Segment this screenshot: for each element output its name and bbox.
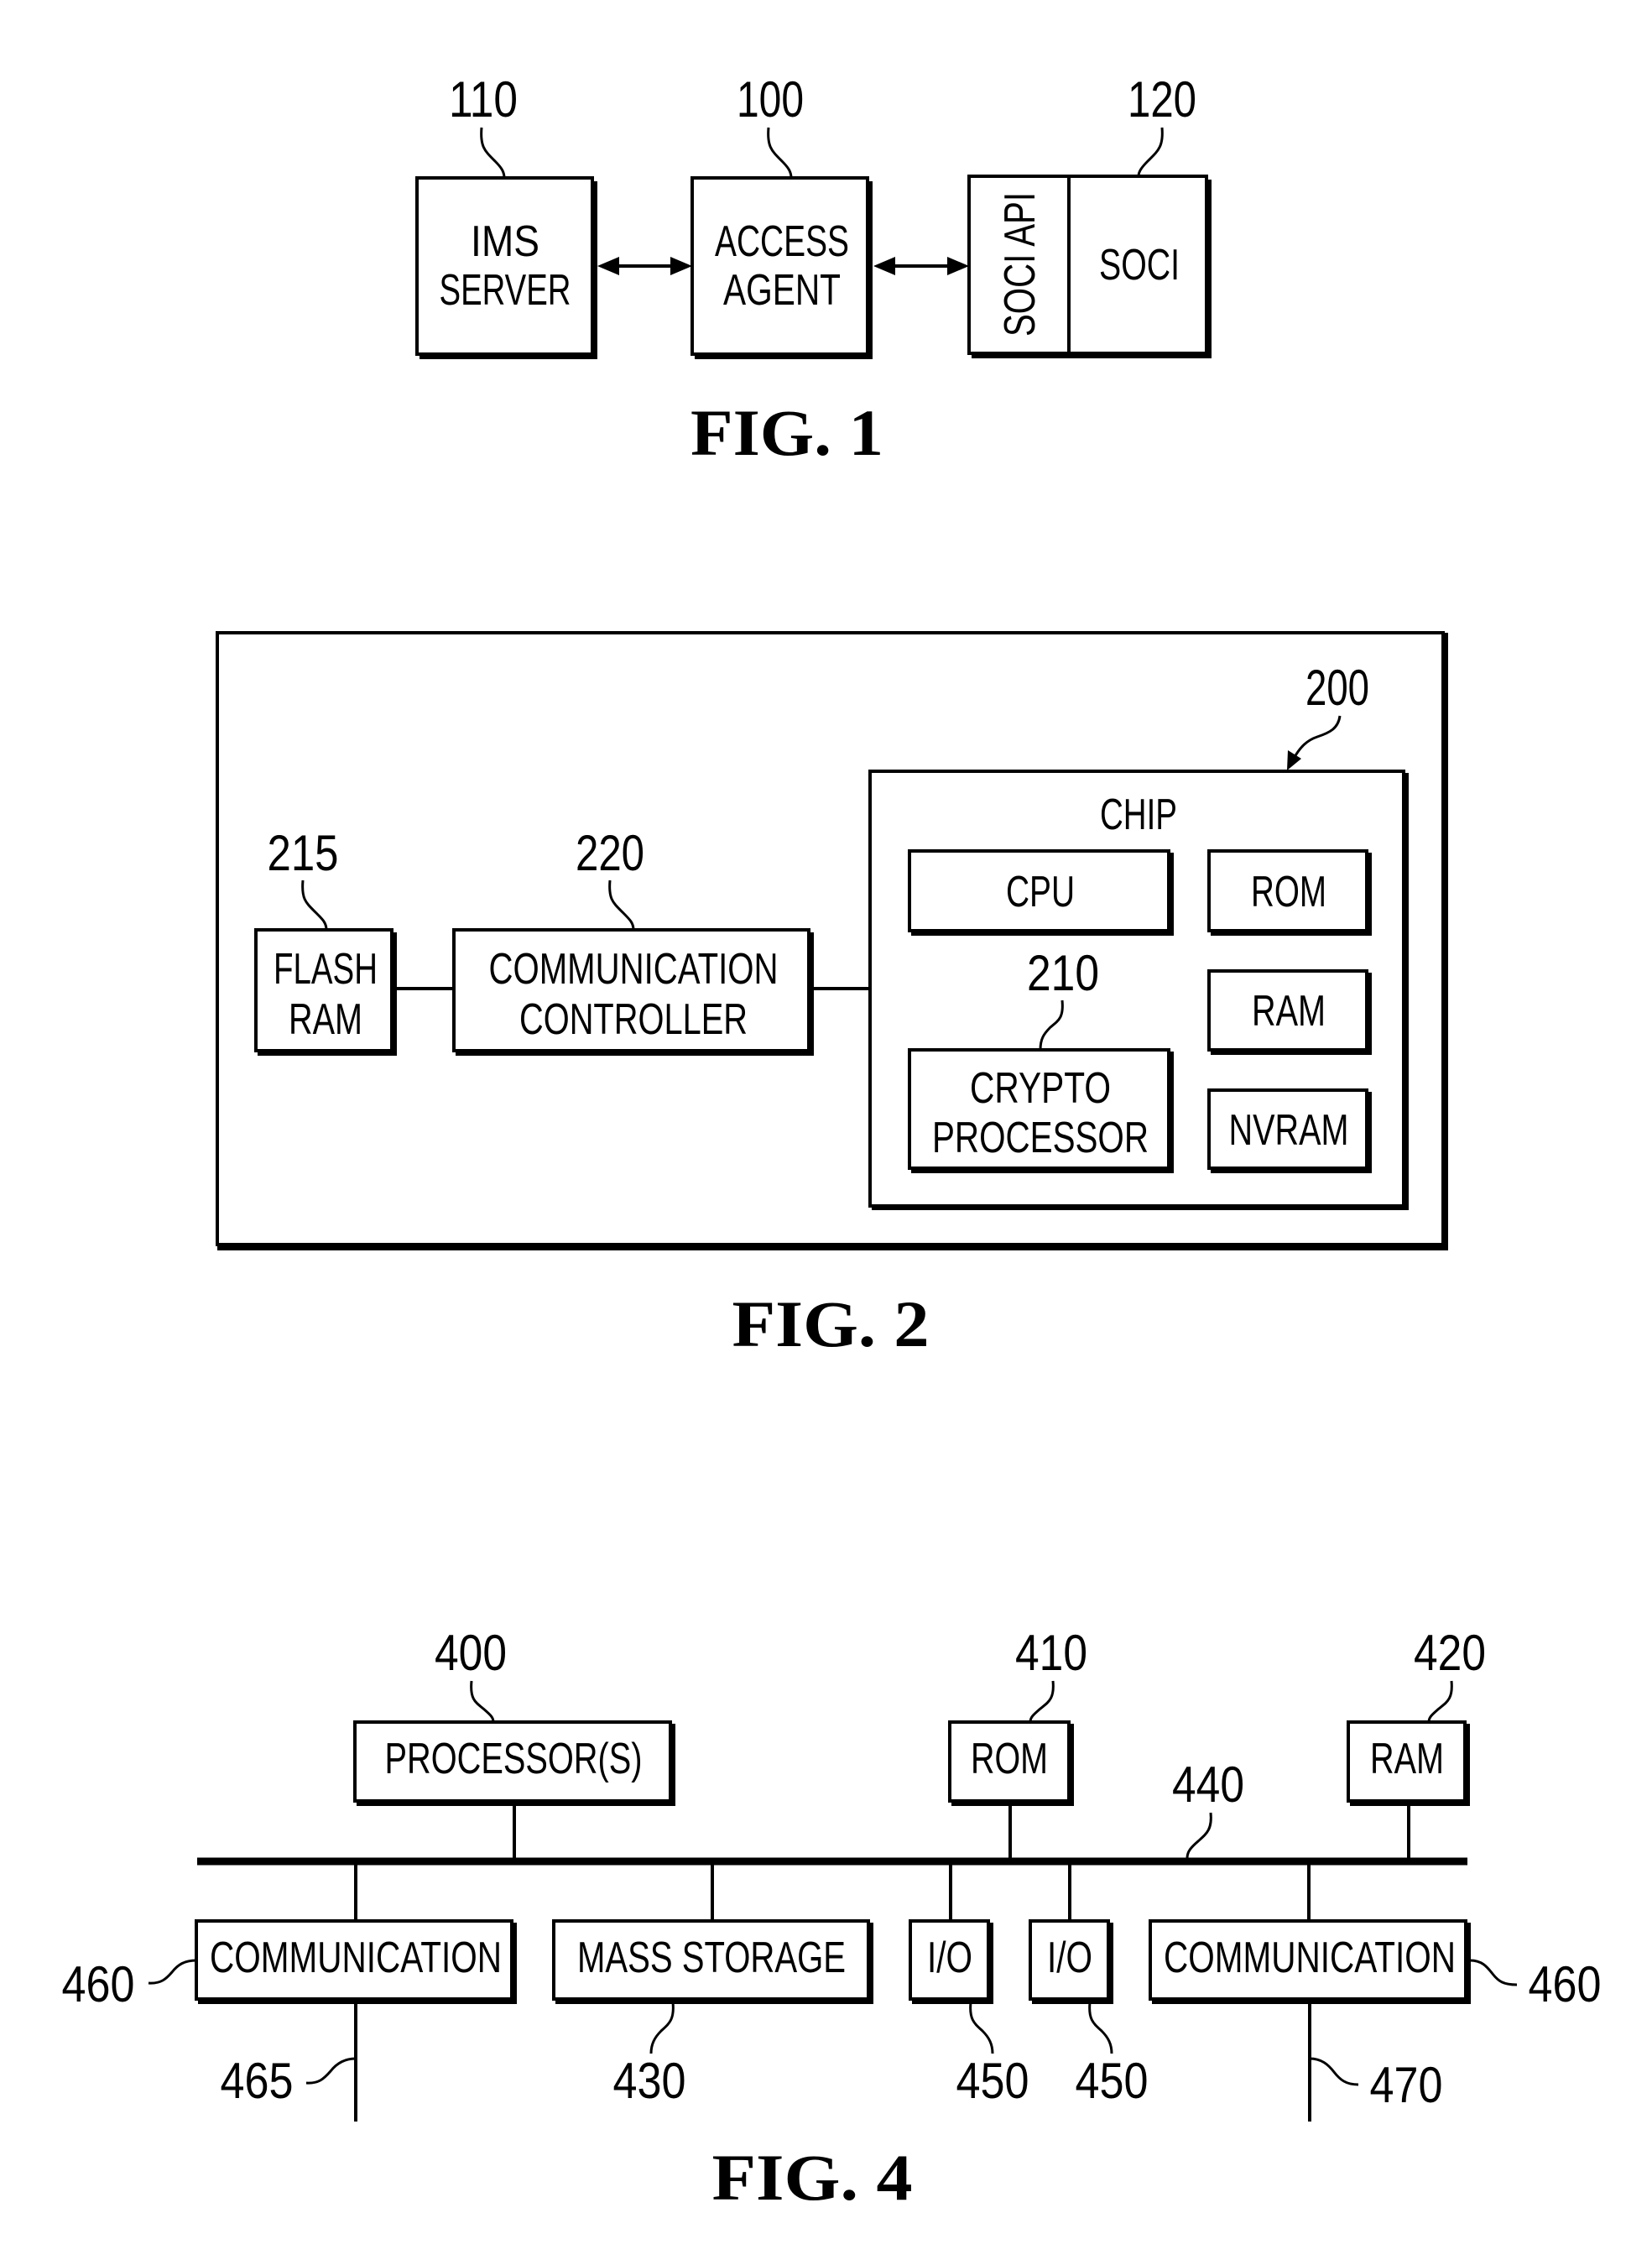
chip-label: CHIP	[1100, 791, 1177, 839]
leader-460-left	[148, 1959, 197, 1985]
ref-420: 420	[1414, 1625, 1486, 1681]
ram-label: RAM	[1370, 1735, 1444, 1783]
ref-100: 100	[737, 71, 804, 128]
ref-450-b: 450	[1076, 2053, 1149, 2109]
ims-server-block: IMS SERVER	[415, 176, 597, 359]
ims-server-label-line1: IMS	[471, 217, 539, 266]
figure-2-caption: FIG. 2	[732, 1287, 930, 1360]
rom-label: ROM	[971, 1735, 1048, 1783]
leader-110	[480, 127, 506, 179]
patent-drawing-sheet: IMS SERVER 110 ACCESS AGENT 100 SOCI API…	[62, 71, 1602, 2214]
crypto-processor-label-line2: PROCESSOR	[932, 1114, 1149, 1162]
nvram-block: NVRAM	[1207, 1088, 1372, 1173]
arrow-access-soci	[873, 257, 969, 275]
ref-410: 410	[1015, 1625, 1087, 1681]
ref-430: 430	[613, 2053, 686, 2109]
leader-420	[1427, 1680, 1453, 1723]
comm-controller-block: COMMUNICATION CONTROLLER	[452, 928, 814, 1056]
flash-ram-block: FLASH RAM	[254, 928, 397, 1056]
processor-block: PROCESSOR(S)	[353, 1720, 675, 1806]
leader-410	[1029, 1680, 1055, 1723]
ram-block: RAM	[1347, 1720, 1470, 1806]
ref-400: 400	[435, 1625, 507, 1681]
leader-465	[305, 2057, 357, 2085]
io-block-1: I/O	[909, 1919, 993, 2004]
comm-controller-label-line2: CONTROLLER	[519, 995, 748, 1044]
flash-ram-label-line1: FLASH	[274, 945, 378, 994]
rom-block: ROM	[948, 1720, 1074, 1806]
mass-storage-block: MASS STORAGE	[552, 1919, 873, 2004]
ref-215: 215	[268, 825, 339, 881]
ref-220: 220	[576, 825, 644, 881]
chip-block: CHIP CPU ROM RAM NVRAM CRYPTO PROCESSOR …	[868, 770, 1409, 1210]
ref-120: 120	[1128, 71, 1196, 128]
figure-2: FLASH RAM 215 COMMUNICATION CONTROLLER 2…	[216, 631, 1448, 1360]
leader-450-b	[1088, 2002, 1113, 2054]
crypto-processor-label-line1: CRYPTO	[970, 1064, 1111, 1113]
arrow-ims-access	[597, 257, 692, 275]
communication-right-block: COMMUNICATION	[1149, 1919, 1471, 2004]
processor-label: PROCESSOR(S)	[385, 1735, 643, 1783]
ref-450-a: 450	[956, 2053, 1029, 2109]
communication-left-label: COMMUNICATION	[210, 1934, 502, 1982]
flash-ram-label-line2: RAM	[289, 995, 362, 1044]
ims-server-label-line2: SERVER	[440, 266, 571, 315]
nvram-label: NVRAM	[1229, 1106, 1349, 1155]
mass-storage-label: MASS STORAGE	[577, 1934, 846, 1982]
access-agent-label-line2: AGENT	[723, 266, 841, 315]
chip-ram-block: RAM	[1207, 969, 1372, 1055]
io-1-label: I/O	[927, 1934, 972, 1982]
io-2-label: I/O	[1047, 1934, 1092, 1982]
ref-460-right: 460	[1529, 1956, 1602, 2012]
chip-rom-block: ROM	[1207, 849, 1372, 936]
cpu-label: CPU	[1006, 868, 1075, 916]
leader-120	[1137, 127, 1164, 177]
chip-rom-label: ROM	[1251, 868, 1326, 916]
comm-controller-label-line1: COMMUNICATION	[489, 945, 779, 994]
communication-right-label: COMMUNICATION	[1164, 1934, 1456, 1982]
ref-110: 110	[449, 71, 518, 128]
leader-470	[1309, 2057, 1359, 2086]
cpu-block: CPU	[908, 849, 1174, 936]
io-block-2: I/O	[1029, 1919, 1113, 2004]
access-agent-label-line1: ACCESS	[715, 217, 849, 266]
soci-label: SOCI	[1099, 241, 1180, 290]
figure-4-caption: FIG. 4	[712, 2141, 913, 2214]
ref-460-left: 460	[62, 1956, 135, 2012]
ref-210: 210	[1027, 945, 1099, 1001]
chip-ram-label: RAM	[1252, 987, 1326, 1036]
leader-450-a	[969, 2002, 994, 2054]
figure-1-caption: FIG. 1	[691, 396, 883, 469]
ref-470: 470	[1370, 2057, 1443, 2113]
ref-440: 440	[1172, 1756, 1244, 1813]
soci-block: SOCI API SOCI	[967, 175, 1212, 358]
crypto-processor-block: CRYPTO PROCESSOR	[908, 1048, 1174, 1173]
leader-460-right	[1469, 1959, 1518, 1986]
leader-430	[649, 2002, 675, 2054]
figure-1: IMS SERVER 110 ACCESS AGENT 100 SOCI API…	[415, 71, 1212, 469]
access-agent-block: ACCESS AGENT	[691, 176, 873, 359]
communication-left-block: COMMUNICATION	[195, 1919, 517, 2004]
leader-440	[1186, 1812, 1212, 1859]
soci-api-label: SOCI API	[996, 192, 1045, 337]
ref-465: 465	[221, 2053, 294, 2109]
leader-100	[767, 127, 793, 179]
ref-200: 200	[1305, 660, 1369, 716]
figure-4: 440 PROCESSOR(S) 400 ROM 410 RAM 420 COM…	[62, 1625, 1602, 2214]
leader-400	[470, 1680, 495, 1723]
